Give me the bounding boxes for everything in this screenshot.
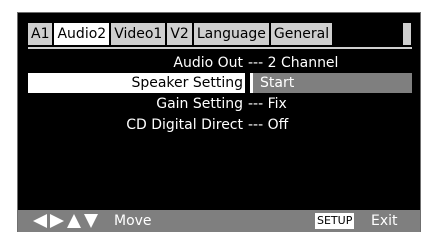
setting-label: CD Digital Direct xyxy=(126,117,243,133)
setting-row-gain-setting[interactable]: Gain Setting --- Fix xyxy=(28,94,412,114)
footer-bar: Move SETUP Exit xyxy=(18,210,420,232)
up-arrow-icon xyxy=(67,214,81,228)
move-label: Move xyxy=(114,213,152,229)
setting-row-cd-digital-direct[interactable]: CD Digital Direct --- Off xyxy=(28,115,412,135)
tab-bar: A1 Audio2 Video1 V2 Language General xyxy=(28,23,335,45)
setting-value: --- 2 Channel xyxy=(248,55,339,71)
setting-label: Audio Out xyxy=(173,55,243,71)
osd-menu: A1 Audio2 Video1 V2 Language General Aud… xyxy=(17,12,421,232)
setting-value: --- Off xyxy=(248,117,289,133)
setting-row-audio-out[interactable]: Audio Out --- 2 Channel xyxy=(28,53,412,73)
nav-arrows xyxy=(32,213,100,229)
setup-key-badge[interactable]: SETUP xyxy=(315,213,355,229)
setting-label: Gain Setting xyxy=(156,96,243,112)
tab-bar-filler xyxy=(403,23,411,45)
setting-row-speaker-setting[interactable]: Speaker Setting Start xyxy=(28,73,412,93)
exit-label: Exit xyxy=(371,213,398,229)
setting-value: Start xyxy=(260,75,295,91)
down-arrow-icon xyxy=(84,214,98,228)
setting-label: Speaker Setting xyxy=(131,75,243,91)
tab-v2[interactable]: V2 xyxy=(167,23,194,45)
tab-audio2[interactable]: Audio2 xyxy=(54,23,112,45)
tab-divider xyxy=(28,47,412,49)
tab-language[interactable]: Language xyxy=(193,23,271,45)
tab-general[interactable]: General xyxy=(270,23,335,45)
tab-video1[interactable]: Video1 xyxy=(111,23,168,45)
left-arrow-icon xyxy=(33,214,47,228)
right-arrow-icon xyxy=(50,214,64,228)
tab-a1[interactable]: A1 xyxy=(28,23,55,45)
setting-value: --- Fix xyxy=(248,96,287,112)
